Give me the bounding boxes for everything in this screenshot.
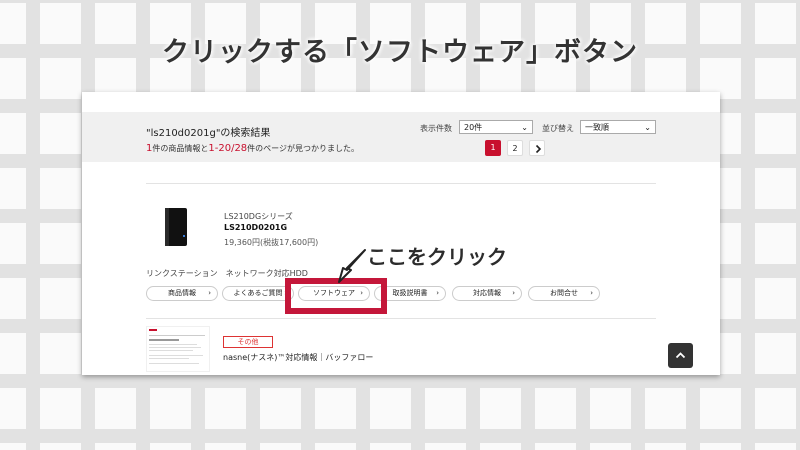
per-page-label: 表示件数 (420, 124, 452, 133)
per-page-select[interactable]: 20件 ⌄ (459, 120, 533, 134)
document-thumbnail[interactable] (146, 326, 210, 372)
button-label: 取扱説明書 (392, 289, 428, 297)
chevron-down-icon: ⌄ (644, 123, 651, 132)
button-label: 対応情報 (473, 289, 501, 297)
sort-label: 並び替え (542, 124, 574, 133)
divider (146, 318, 656, 319)
product-model[interactable]: LS210D0201G (224, 223, 287, 232)
scroll-top-button[interactable] (668, 343, 693, 368)
button-label: よくあるご質問 (233, 289, 283, 297)
related-doc-title[interactable]: nasne(ナスネ)™対応情報｜バッファロー (223, 352, 373, 363)
product-info-button[interactable]: 商品情報 › (146, 286, 218, 301)
page-range-text: 件のページが見つかりました。 (247, 144, 360, 153)
contact-button[interactable]: お問合せ › (528, 286, 600, 301)
search-result-summary: 1件の商品情報と1-20/28件のページが見つかりました。 (146, 143, 359, 154)
product-series[interactable]: LS210DGシリーズ (224, 211, 293, 222)
per-page-value: 20件 (464, 123, 483, 132)
chevron-right-icon: › (208, 289, 211, 297)
compatibility-button[interactable]: 対応情報 › (452, 286, 522, 301)
page-1-button[interactable]: 1 (485, 140, 501, 156)
chevron-right-icon: › (436, 289, 439, 297)
page-range: 1-20/28 (208, 143, 248, 154)
product-tags: リンクステーション ネットワーク対応HDD (146, 269, 308, 278)
chevron-right-icon (535, 144, 542, 154)
chevron-right-icon: › (512, 289, 515, 297)
sort-value: 一致順 (585, 123, 609, 132)
headline: クリックする「ソフトウェア」ボタン (162, 37, 638, 68)
search-result-title: "ls210d0201g"の検索結果 (146, 128, 271, 139)
chevron-down-icon: ⌄ (521, 123, 528, 132)
page-2-button[interactable]: 2 (507, 140, 523, 156)
pointer-arrow-icon (338, 249, 366, 283)
sort-select[interactable]: 一致順 ⌄ (580, 120, 656, 134)
button-label: 商品情報 (168, 289, 196, 297)
faq-button[interactable]: よくあるご質問 › (222, 286, 294, 301)
product-image (165, 208, 187, 246)
category-badge: その他 (223, 336, 273, 348)
next-page-button[interactable] (529, 140, 545, 156)
browser-panel: "ls210d0201g"の検索結果 1件の商品情報と1-20/28件のページが… (82, 92, 720, 375)
chevron-up-icon (675, 352, 686, 359)
product-count-text: 件の商品情報と (152, 144, 209, 153)
button-label: お問合せ (550, 289, 578, 297)
product-price: 19,360円(税抜17,600円) (224, 238, 319, 247)
chevron-right-icon: › (590, 289, 593, 297)
divider (146, 183, 656, 184)
click-here-annotation: ここをクリック (367, 245, 507, 269)
